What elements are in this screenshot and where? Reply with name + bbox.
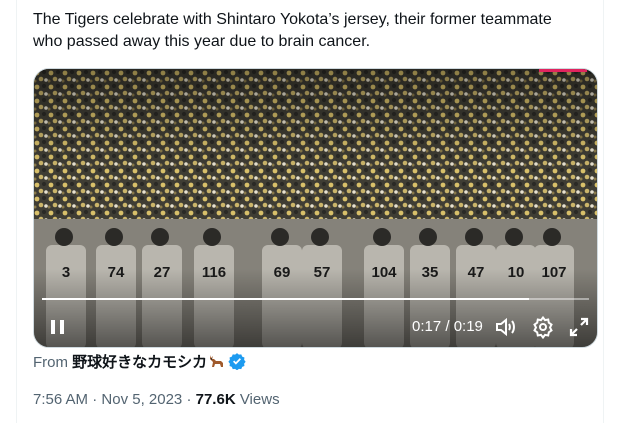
volume-icon[interactable] [493, 315, 517, 339]
deer-icon [207, 353, 225, 375]
views-count: 77.6K [195, 391, 236, 408]
pause-icon[interactable] [48, 317, 68, 337]
verified-badge-icon [228, 352, 246, 376]
attribution: From 野球好きなカモシカ [33, 352, 246, 376]
meta-separator: · [92, 391, 98, 408]
tweet-time-link[interactable]: 7:56 AM [33, 391, 88, 408]
progress-fill [42, 298, 529, 300]
tweet-meta: 7:56 AM · Nov 5, 2023 · 77.6K Views [33, 390, 280, 410]
video-frame: 374271166957104354710107 [34, 69, 597, 347]
video-time: 0:17 / 0:19 [412, 318, 483, 335]
meta-separator-2: · [186, 391, 192, 408]
views-label: Views [239, 391, 280, 408]
video-player[interactable]: 374271166957104354710107 0:17 / 0:19 [33, 68, 598, 348]
tweet-text: The Tigers celebrate with Shintaro Yokot… [33, 11, 552, 50]
live-indicator [539, 69, 587, 72]
source-account-link[interactable]: 野球好きなカモシカ [72, 354, 207, 371]
attribution-prefix: From [33, 354, 68, 371]
progress-bar[interactable] [42, 298, 589, 300]
tweet-date-link[interactable]: Nov 5, 2023 [101, 391, 182, 408]
fullscreen-icon[interactable] [567, 315, 591, 339]
settings-icon[interactable] [531, 315, 555, 340]
